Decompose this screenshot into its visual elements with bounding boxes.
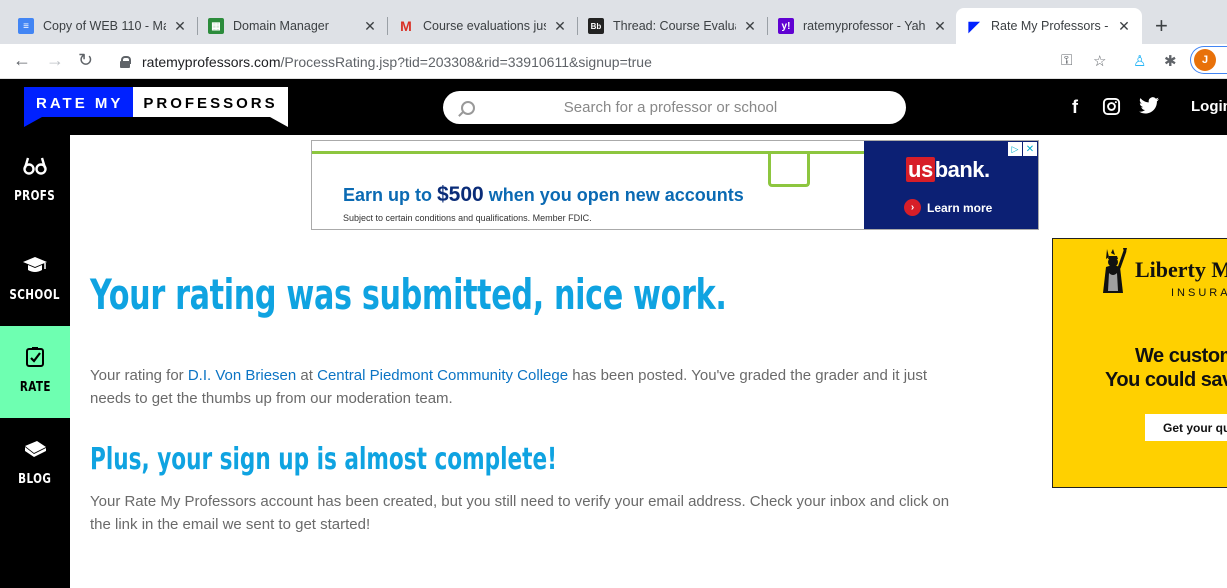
- glasses-icon: [23, 153, 47, 179]
- twitter-icon[interactable]: [1139, 97, 1159, 119]
- blackboard-icon: Bb: [588, 18, 604, 34]
- close-tab-icon[interactable]: ✕: [362, 18, 378, 35]
- tab-title: Course evaluations just: [423, 19, 546, 33]
- browser-tab[interactable]: Bb Thread: Course Evaluati ✕: [578, 8, 768, 44]
- gmail-icon: M: [400, 18, 412, 34]
- browser-tab[interactable]: M Course evaluations just ✕: [388, 8, 578, 44]
- school-link[interactable]: Central Piedmont Community College: [317, 367, 568, 384]
- key-icon[interactable]: ⚿: [1061, 52, 1072, 69]
- tab-title: Rate My Professors - Re: [991, 19, 1110, 33]
- search-input[interactable]: [475, 99, 866, 116]
- close-tab-icon[interactable]: ✕: [552, 18, 568, 35]
- browser-tab[interactable]: ≡ Copy of WEB 110 - Mas ✕: [8, 8, 198, 44]
- instagram-icon[interactable]: [1102, 97, 1121, 121]
- lock-icon: [120, 56, 131, 68]
- sidebar-item-label: RATE: [19, 380, 51, 395]
- tab-title: Thread: Course Evaluati: [613, 19, 736, 33]
- sidebar-item-blog[interactable]: BLOG: [0, 418, 70, 510]
- logo-tail: [24, 117, 42, 127]
- logo-tail: [270, 117, 288, 127]
- liberty-subbrand: INSURA: [1171, 287, 1227, 299]
- statue-of-liberty-icon: [1103, 248, 1127, 293]
- sidebar-item-school[interactable]: SCHOOL: [0, 234, 70, 326]
- site-logo[interactable]: RATE MY PROFESSORS: [24, 87, 288, 125]
- url-host: ratemyprofessors.com: [142, 54, 281, 70]
- browser-toolbar: ← → ↻ ratemyprofessors.com/ProcessRating…: [0, 44, 1227, 79]
- book-icon: [22, 436, 48, 462]
- tab-title: ratemyprofessor - Yaho: [803, 19, 926, 33]
- close-tab-icon[interactable]: ✕: [172, 18, 188, 35]
- address-bar[interactable]: ratemyprofessors.com/ProcessRating.jsp?t…: [110, 48, 1125, 76]
- logo-rate-my: RATE MY: [24, 87, 134, 117]
- yahoo-icon: y!: [778, 18, 794, 34]
- signup-message: Your Rate My Professors account has been…: [90, 493, 950, 533]
- ad-line-2: You could sav: [1105, 369, 1227, 391]
- graduation-cap-icon: [22, 252, 48, 278]
- ad-learn-more-button[interactable]: › Learn more: [904, 199, 992, 216]
- ad-headline: Earn up to $500 when you open new accoun…: [343, 183, 744, 206]
- close-ad-icon[interactable]: ✕: [1023, 142, 1037, 156]
- page-title: Your rating was submitted, nice work.: [90, 270, 727, 319]
- login-link[interactable]: Login: [1191, 98, 1227, 115]
- browser-tab[interactable]: y! ratemyprofessor - Yaho ✕: [768, 8, 958, 44]
- close-tab-icon[interactable]: ✕: [1116, 18, 1132, 35]
- browser-tabstrip: ≡ Copy of WEB 110 - Mas ✕ ▦ Domain Manag…: [0, 0, 1227, 44]
- site-header: RATE MY PROFESSORS f Login: [0, 79, 1227, 135]
- tab-title: Copy of WEB 110 - Mas: [43, 19, 166, 33]
- browser-tab-active[interactable]: ◤ Rate My Professors - Re ✕: [956, 8, 1142, 44]
- banner-ad[interactable]: Earn up to $500 when you open new accoun…: [311, 140, 1039, 230]
- search-bar[interactable]: [443, 91, 906, 124]
- docs-icon: ≡: [18, 18, 34, 34]
- professor-link[interactable]: D.I. Von Briesen: [188, 367, 296, 384]
- back-icon[interactable]: ←: [13, 50, 31, 71]
- star-icon[interactable]: ☆: [1093, 52, 1106, 70]
- ad-line-1: We custom: [1135, 345, 1227, 367]
- side-ad[interactable]: Liberty M INSURA We custom You could sav…: [1052, 238, 1227, 488]
- browser-tab[interactable]: ▦ Domain Manager ✕: [198, 8, 388, 44]
- arrow-right-icon: ›: [904, 199, 921, 216]
- logo-professors: PROFESSORS: [133, 87, 288, 117]
- new-tab-button[interactable]: +: [1155, 13, 1168, 39]
- facebook-icon[interactable]: f: [1072, 97, 1078, 118]
- signup-heading: Plus, your sign up is almost complete!: [90, 442, 557, 477]
- sidebar-item-rate[interactable]: RATE: [0, 326, 70, 418]
- close-tab-icon[interactable]: ✕: [932, 18, 948, 35]
- checkbox-icon: [25, 344, 45, 370]
- ad-cta-button[interactable]: Get your quo: [1145, 414, 1227, 441]
- rmp-icon: ◤: [968, 17, 980, 34]
- sidebar-item-label: SCHOOL: [9, 288, 61, 303]
- close-tab-icon[interactable]: ✕: [742, 18, 758, 35]
- search-icon: [461, 100, 475, 115]
- ad-decoration: [768, 151, 810, 187]
- puzzle-icon[interactable]: ✱: [1164, 52, 1177, 70]
- forward-icon[interactable]: →: [46, 50, 64, 71]
- adchoices-icon[interactable]: ▷: [1008, 142, 1022, 156]
- tab-title: Domain Manager: [233, 19, 329, 33]
- sidebar-nav: PROFS SCHOOL RATE BLOG: [0, 135, 70, 588]
- sidebar-item-label: BLOG: [18, 472, 52, 487]
- profile-avatar[interactable]: J: [1194, 49, 1216, 71]
- reload-icon[interactable]: ↻: [78, 50, 93, 71]
- sidebar-item-profs[interactable]: PROFS: [0, 135, 70, 227]
- extension-icon[interactable]: ♙: [1133, 52, 1146, 70]
- usbank-logo: usbank.: [906, 157, 990, 182]
- sidebar-item-label: PROFS: [14, 189, 56, 204]
- confirmation-message: Your rating for D.I. Von Briesen at Cent…: [90, 367, 928, 407]
- domain-icon: ▦: [208, 18, 224, 34]
- liberty-brand: Liberty M: [1135, 257, 1227, 282]
- url-path: /ProcessRating.jsp?tid=203308&rid=339106…: [280, 54, 652, 70]
- ad-fine-print: Subject to certain conditions and qualif…: [343, 213, 592, 223]
